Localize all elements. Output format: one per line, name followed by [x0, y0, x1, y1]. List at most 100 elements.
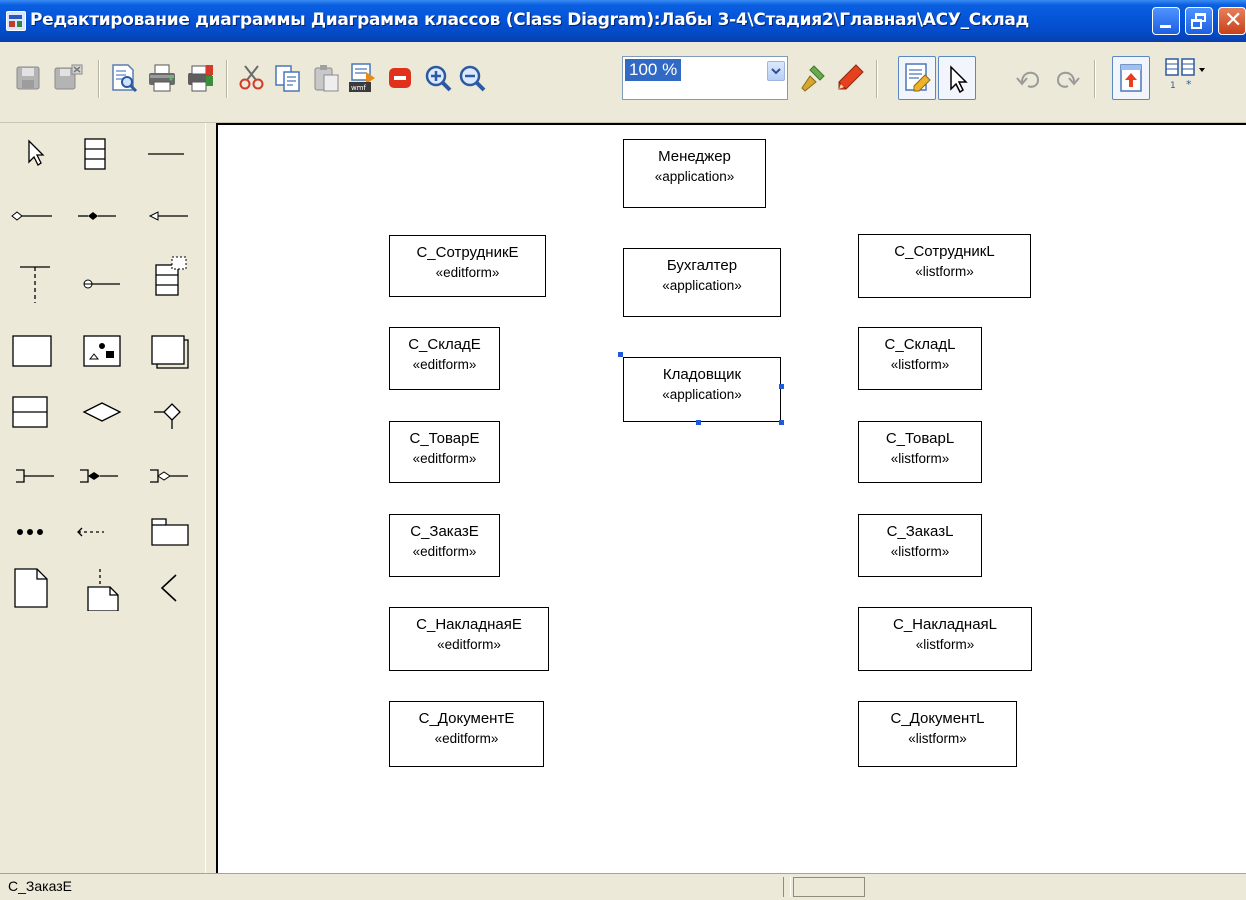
selection-handle[interactable]: [618, 352, 623, 357]
status-panel: [793, 877, 865, 897]
save-all-icon[interactable]: [52, 62, 84, 94]
class-tool-icon[interactable]: [72, 131, 118, 177]
association-tool-icon[interactable]: [142, 131, 188, 177]
class-box[interactable]: С_ЗаказE «editform»: [389, 514, 500, 577]
save-icon[interactable]: [12, 62, 44, 94]
bracket-link-tool-icon[interactable]: [12, 453, 58, 499]
bring-to-front-icon: [1120, 64, 1142, 92]
note-box-tool-icon[interactable]: [10, 329, 56, 375]
class-name: С_ДокументL: [890, 710, 985, 727]
class-box[interactable]: С_ЗаказL «listform»: [858, 514, 982, 577]
title-bar[interactable]: Редактирование диаграммы Диаграмма класс…: [0, 0, 1246, 42]
class-box[interactable]: С_ДокументL «listform»: [858, 701, 1017, 767]
class-box[interactable]: С_ТоварE «editform»: [389, 421, 500, 483]
print-preview-icon[interactable]: [108, 62, 140, 94]
class-stereotype: «application»: [662, 387, 742, 402]
class-box[interactable]: С_СкладE «editform»: [389, 327, 500, 390]
zoom-out-icon[interactable]: [456, 62, 488, 94]
selection-handle[interactable]: [779, 384, 784, 389]
edit-properties-button[interactable]: [898, 56, 936, 100]
dependency-tool-icon[interactable]: [74, 509, 120, 555]
class-name: Бухгалтер: [666, 257, 738, 274]
image-tool-icon[interactable]: [80, 329, 126, 375]
print-settings-icon[interactable]: [184, 62, 216, 94]
class-box[interactable]: С_СотрудникL «listform»: [858, 234, 1031, 298]
pointer-tool-icon[interactable]: [10, 131, 56, 177]
selection-handle[interactable]: [696, 420, 701, 425]
class-name: Менеджер: [658, 148, 731, 165]
class-box[interactable]: С_НакладнаяE «editform»: [389, 607, 549, 671]
app-icon[interactable]: [6, 11, 26, 31]
package-tool-icon[interactable]: [148, 329, 194, 375]
bracket-aggregation-tool-icon[interactable]: [146, 453, 192, 499]
class-name: С_ТоварE: [409, 430, 480, 447]
split-box-tool-icon[interactable]: [10, 389, 56, 435]
class-box-selected[interactable]: Кладовщик «application»: [623, 357, 781, 422]
export-wmf-icon[interactable]: wmf: [346, 62, 378, 94]
composition-tool-icon[interactable]: [74, 193, 120, 239]
diagram-canvas[interactable]: Менеджер «application» Бухгалтер «applic…: [216, 123, 1246, 873]
zoom-in-icon[interactable]: [422, 62, 454, 94]
selection-handle[interactable]: [779, 420, 784, 425]
navigable-association-tool-icon[interactable]: [146, 193, 192, 239]
edit-properties-icon: [905, 63, 931, 92]
zoom-select[interactable]: 100 %: [622, 56, 788, 100]
class-box[interactable]: С_СкладL «listform»: [858, 327, 982, 390]
decision-diamond-tool-icon[interactable]: [80, 389, 126, 435]
class-stereotype: «editform»: [412, 357, 477, 372]
class-stereotype: «application»: [654, 169, 735, 184]
class-name: С_СкладL: [884, 336, 956, 353]
class-stereotype: «listform»: [908, 731, 967, 746]
class-name: С_СкладE: [408, 336, 481, 353]
cut-icon[interactable]: [236, 62, 268, 94]
interface-lollipop-tool-icon[interactable]: [78, 261, 124, 307]
class-box[interactable]: С_НакладнаяL «listform»: [858, 607, 1032, 671]
pencil-icon[interactable]: [834, 62, 866, 94]
undo-icon[interactable]: [1014, 62, 1046, 94]
class-name: С_НакладнаяL: [892, 616, 998, 633]
paste-icon[interactable]: [310, 62, 342, 94]
delete-icon[interactable]: [384, 62, 416, 94]
redo-icon[interactable]: [1050, 62, 1082, 94]
restore-button[interactable]: [1185, 7, 1213, 35]
class-stereotype: «editform»: [434, 731, 499, 746]
bring-to-front-button[interactable]: [1112, 56, 1150, 100]
class-box[interactable]: Менеджер «application»: [623, 139, 766, 208]
note-tool-icon[interactable]: [10, 565, 56, 611]
class-stereotype: «listform»: [915, 637, 975, 652]
tool-palette: [0, 123, 206, 873]
svg-text:1: 1: [1170, 81, 1176, 91]
svg-text:wmf: wmf: [351, 84, 367, 92]
note-anchor-tool-icon[interactable]: [80, 565, 126, 611]
toolbar: wmf 100 % 1 *: [0, 42, 1246, 123]
class-stereotype: «application»: [662, 278, 742, 293]
class-box[interactable]: С_ТоварL «listform»: [858, 421, 982, 483]
multiplicity-icon[interactable]: 1 *: [1162, 56, 1206, 96]
class-box[interactable]: С_ДокументE «editform»: [389, 701, 544, 767]
select-pointer-icon: [950, 65, 968, 94]
bracket-composition-tool-icon[interactable]: [76, 453, 122, 499]
class-name: С_ЗаказE: [410, 523, 479, 540]
template-class-tool-icon[interactable]: [150, 253, 196, 299]
minimize-button[interactable]: [1152, 7, 1180, 35]
folder-tool-icon[interactable]: [148, 509, 194, 555]
class-name: С_ЗаказL: [886, 523, 954, 540]
class-name: С_ТоварL: [885, 430, 955, 447]
ellipsis-tool-icon[interactable]: [12, 509, 58, 555]
close-icon: ✕: [1224, 8, 1243, 33]
class-name: С_СотрудникE: [416, 244, 519, 261]
select-pointer-button[interactable]: [938, 56, 976, 100]
angle-tool-icon[interactable]: [150, 565, 196, 611]
chevron-down-icon[interactable]: [767, 61, 785, 81]
format-brush-icon[interactable]: [796, 62, 828, 94]
class-box[interactable]: С_СотрудникE «editform»: [389, 235, 546, 297]
class-stereotype: «listform»: [890, 357, 950, 372]
copy-icon[interactable]: [272, 62, 304, 94]
realization-tool-icon[interactable]: [150, 389, 196, 435]
print-icon[interactable]: [146, 62, 178, 94]
close-button[interactable]: ✕: [1218, 7, 1246, 35]
class-box[interactable]: Бухгалтер «application»: [623, 248, 781, 317]
lifeline-tool-icon[interactable]: [14, 261, 60, 307]
class-name: Кладовщик: [662, 366, 742, 383]
aggregation-tool-icon[interactable]: [8, 193, 54, 239]
